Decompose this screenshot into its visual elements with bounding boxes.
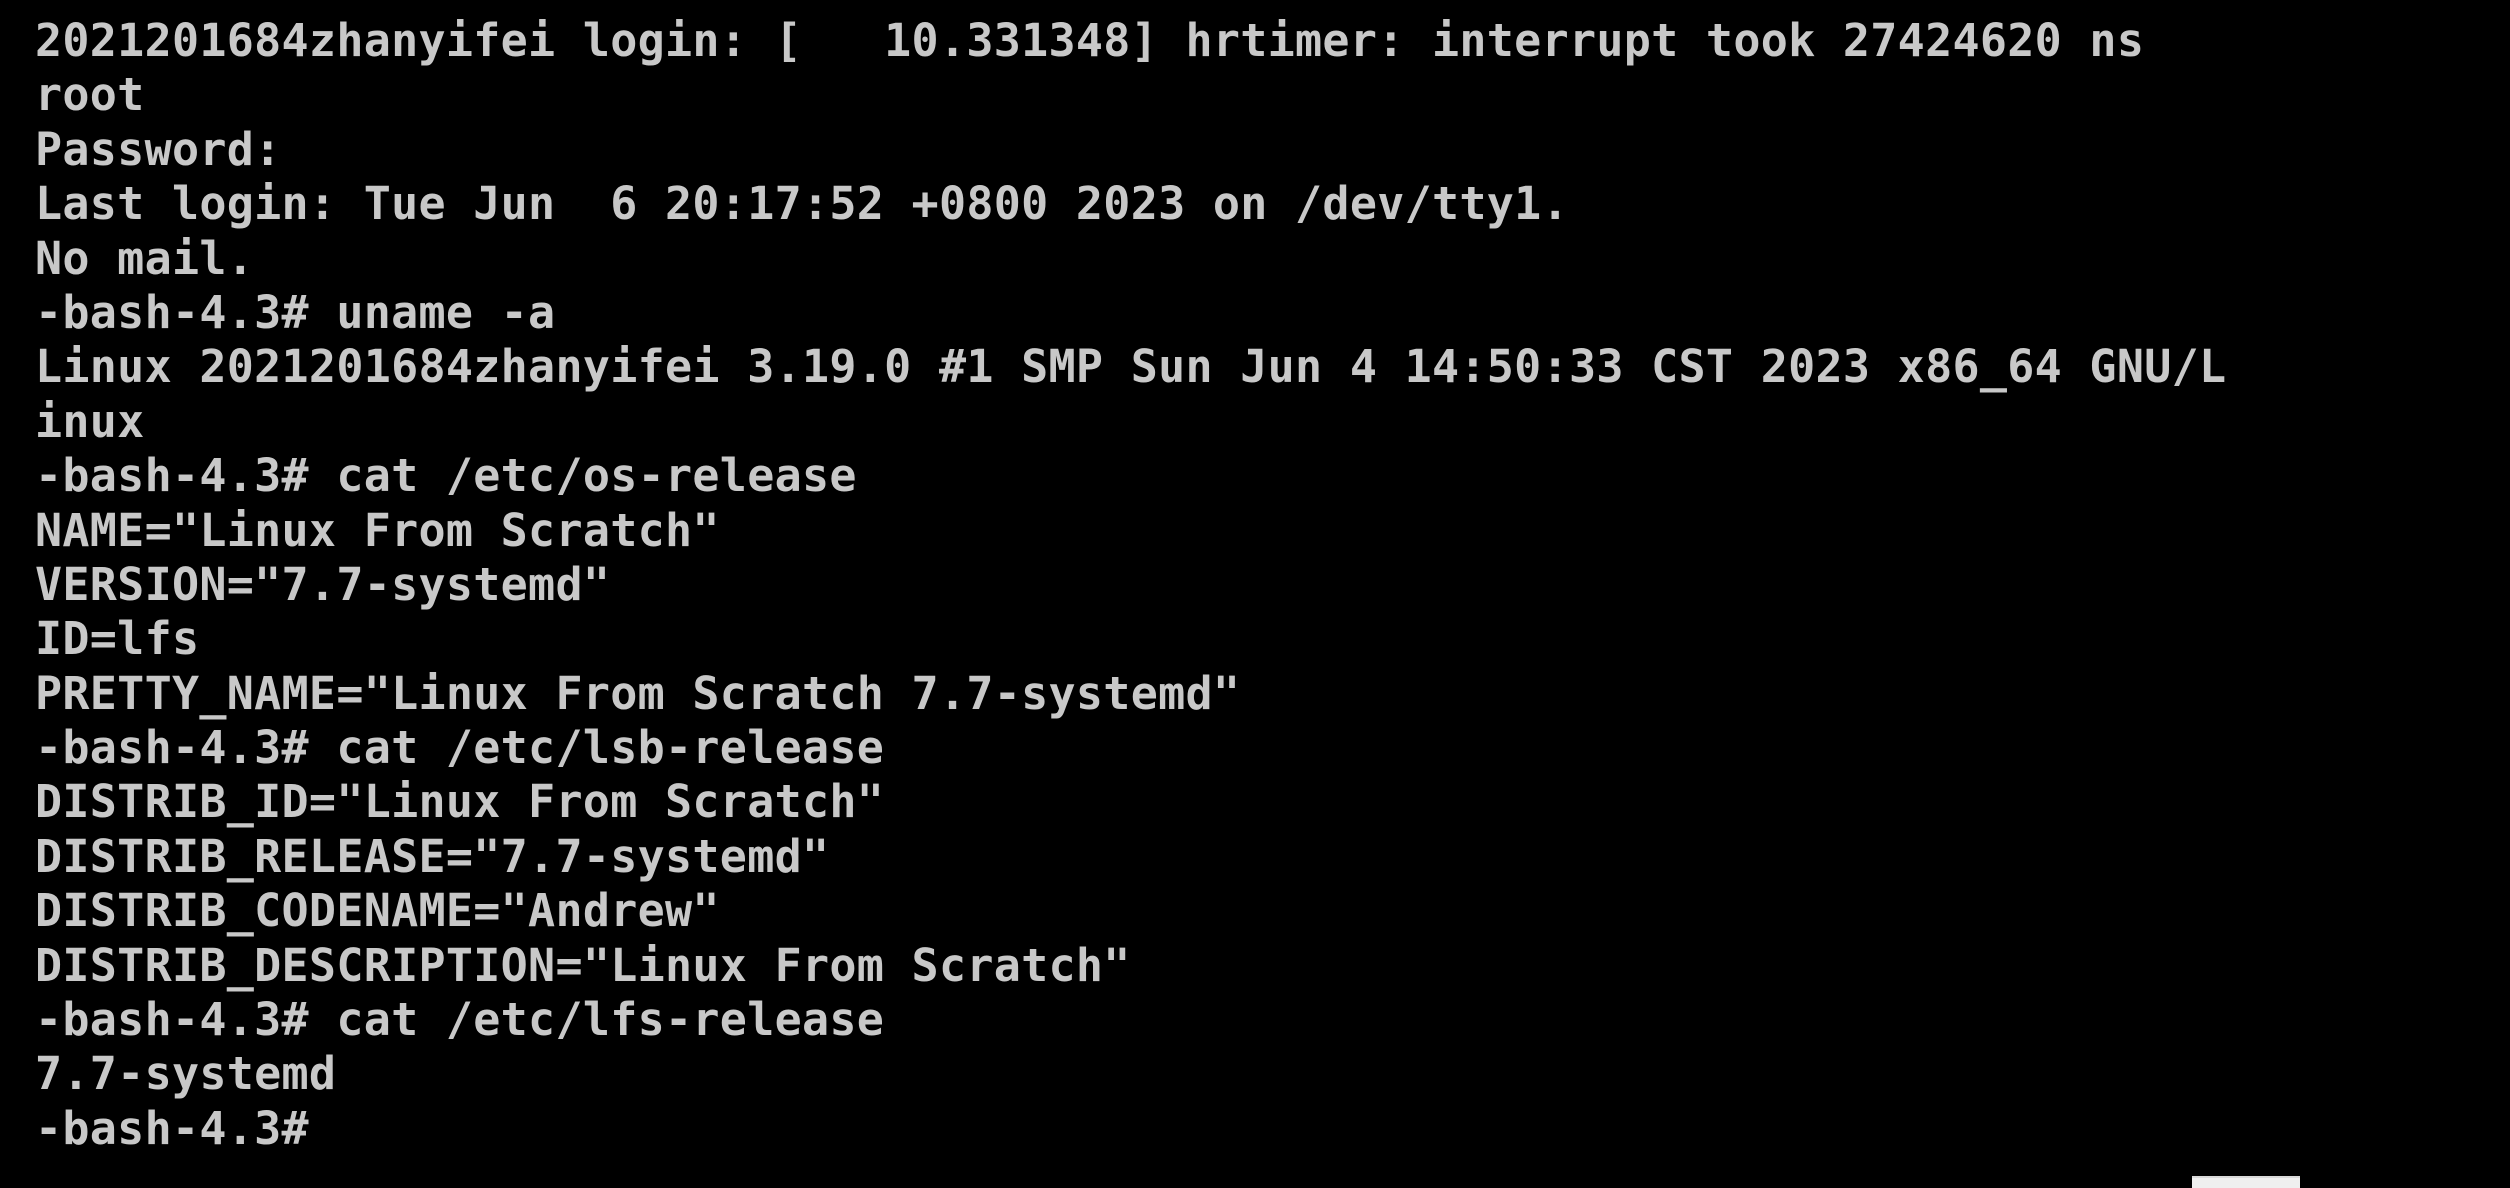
terminal-line-password-prompt: Password: [35, 122, 282, 176]
terminal-line-command-lsb-release: -bash-4.3# cat /etc/lsb-release [35, 721, 885, 775]
terminal-line-login-kernel-msg: 2021201684zhanyifei login: [ 10.331348] … [35, 14, 2145, 67]
terminal-line-distrib-description: DISTRIB_DESCRIPTION="Linux From Scratch" [35, 938, 1131, 992]
terminal-line-last-login: Last login: Tue Jun 6 20:17:52 +0800 202… [35, 177, 1569, 231]
floating-widget[interactable] [2192, 1176, 2300, 1188]
terminal-line-command-os-release: -bash-4.3# cat /etc/os-release [35, 449, 857, 503]
terminal-console[interactable]: 2021201684zhanyifei login: [ 10.331348] … [35, 14, 2495, 1174]
terminal-line-command-uname: -bash-4.3# uname -a [35, 285, 556, 339]
terminal-line-distrib-id: DISTRIB_ID="Linux From Scratch" [35, 775, 885, 829]
terminal-line-os-name: NAME="Linux From Scratch" [35, 503, 720, 557]
terminal-line-lfs-version: 7.7-systemd [35, 1047, 337, 1101]
terminal-line-mail-status: No mail. [35, 231, 255, 285]
terminal-line-uname-output: Linux 2021201684zhanyifei 3.19.0 #1 SMP … [35, 340, 2227, 394]
terminal-line-os-version: VERSION="7.7-systemd" [35, 557, 611, 611]
terminal-line-uname-output-wrap: inux [35, 394, 145, 448]
terminal-line-shell-prompt[interactable]: -bash-4.3# [35, 1102, 2495, 1156]
terminal-line-os-pretty-name: PRETTY_NAME="Linux From Scratch 7.7-syst… [35, 666, 1241, 720]
terminal-line-distrib-release: DISTRIB_RELEASE="7.7-systemd" [35, 829, 830, 883]
terminal-line-username: root [35, 68, 145, 122]
terminal-line-os-id: ID=lfs [35, 612, 200, 666]
terminal-line-command-lfs-release: -bash-4.3# cat /etc/lfs-release [35, 993, 885, 1047]
terminal-line-distrib-codename: DISTRIB_CODENAME="Andrew" [35, 884, 720, 938]
